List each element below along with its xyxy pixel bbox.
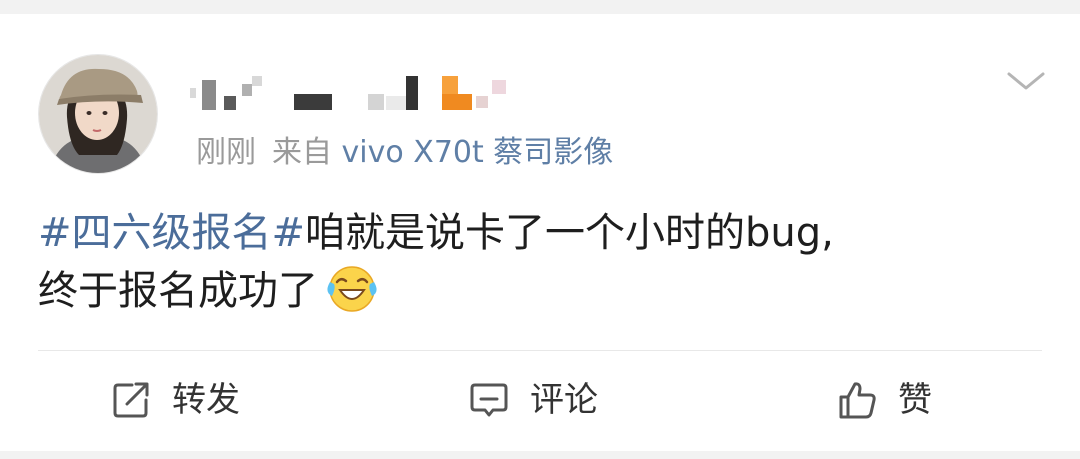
repost-icon bbox=[110, 379, 152, 421]
laughing-crying-emoji-icon bbox=[326, 262, 378, 314]
chevron-down-icon[interactable] bbox=[1003, 66, 1049, 96]
like-button[interactable]: 赞 bbox=[836, 374, 932, 426]
repost-label: 转发 bbox=[172, 380, 240, 420]
post-text-body-1: 咱就是说卡了一个小时的bug, bbox=[305, 210, 834, 256]
post-text-line-1: #四六级报名#咱就是说卡了一个小时的bug, bbox=[38, 204, 1038, 262]
post-text-line-2: 终于报名成功了 bbox=[38, 262, 1038, 320]
post-time: 刚刚 bbox=[196, 135, 256, 170]
weibo-post-card: 刚刚 来自 vivo X70t 蔡司影像 #四六级报名#咱就是说卡了一个小时的bu… bbox=[0, 14, 1080, 451]
repost-button[interactable]: 转发 bbox=[110, 374, 240, 426]
post-text-body-2: 终于报名成功了 bbox=[38, 268, 318, 314]
thumbs-up-icon bbox=[836, 379, 878, 421]
username-pixelated[interactable] bbox=[190, 66, 550, 114]
avatar[interactable] bbox=[38, 54, 158, 174]
divider bbox=[38, 350, 1042, 351]
post-meta: 刚刚 来自 vivo X70t 蔡司影像 bbox=[196, 132, 613, 174]
comment-icon bbox=[468, 379, 510, 421]
source-prefix: 来自 bbox=[272, 135, 332, 170]
like-label: 赞 bbox=[898, 380, 932, 420]
source-device-link[interactable]: vivo X70t 蔡司影像 bbox=[342, 135, 614, 170]
comment-label: 评论 bbox=[530, 380, 598, 420]
post-text: #四六级报名#咱就是说卡了一个小时的bug, 终于报名成功了 bbox=[38, 204, 1038, 320]
comment-button[interactable]: 评论 bbox=[468, 374, 598, 426]
hashtag-link[interactable]: #四六级报名# bbox=[38, 210, 305, 256]
